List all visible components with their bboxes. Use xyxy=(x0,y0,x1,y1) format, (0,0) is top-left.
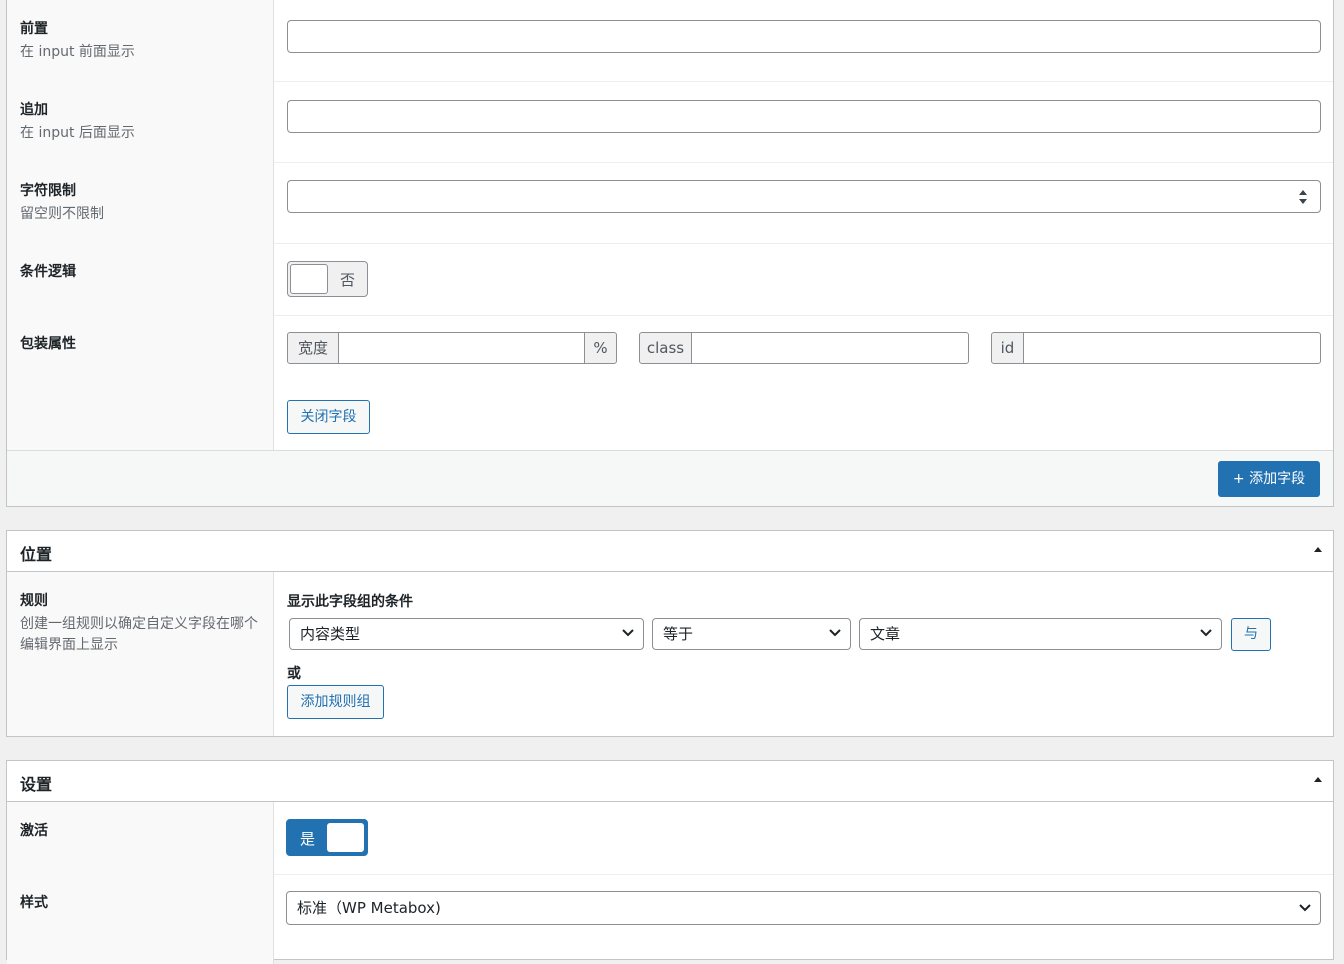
conditional-logic-toggle[interactable]: 否 xyxy=(287,261,368,297)
toggle-off-text: 否 xyxy=(340,271,356,289)
wrapper-id-group: id xyxy=(991,332,1321,364)
rule-value-value: 文章 xyxy=(870,625,901,643)
char-limit-label: 字符限制 xyxy=(20,183,76,199)
settings-header[interactable]: 设置 xyxy=(7,761,1333,802)
conditional-logic-label-cell: 条件逻辑 xyxy=(7,243,274,315)
collapse-arrow-icon[interactable] xyxy=(1313,545,1323,553)
char-limit-description: 留空则不限制 xyxy=(20,206,104,222)
prepend-row: 前置 在 input 前面显示 xyxy=(7,0,1333,82)
toggle-knob xyxy=(290,264,328,294)
style-select-value: 标准（WP Metabox) xyxy=(297,899,441,917)
rule-param-value: 内容类型 xyxy=(300,625,361,643)
chevron-down-icon xyxy=(1200,629,1212,637)
rules-row: 规则 创建一组规则以确定自定义字段在哪个编辑界面上显示 显示此字段组的条件 内容… xyxy=(7,572,1333,736)
add-rule-group-button[interactable]: 添加规则组 xyxy=(287,685,384,719)
width-input[interactable] xyxy=(338,332,585,364)
chevron-down-icon xyxy=(622,629,634,637)
close-field-button[interactable]: 关闭字段 xyxy=(287,400,370,434)
char-limit-label-cell: 字符限制 留空则不限制 xyxy=(7,162,274,243)
conditions-title: 显示此字段组的条件 xyxy=(287,594,413,610)
location-title: 位置 xyxy=(20,545,53,564)
class-prefix: class xyxy=(639,332,692,364)
char-limit-row: 字符限制 留空则不限制 xyxy=(7,162,1333,244)
append-input[interactable] xyxy=(287,100,1321,133)
append-label-cell: 追加 在 input 后面显示 xyxy=(7,81,274,162)
and-rule-button[interactable]: 与 xyxy=(1231,618,1271,651)
active-toggle[interactable]: 是 xyxy=(286,819,368,856)
rules-label-cell: 规则 创建一组规则以确定自定义字段在哪个编辑界面上显示 xyxy=(7,572,274,736)
toggle-knob xyxy=(327,823,364,852)
style-select[interactable]: 标准（WP Metabox) xyxy=(286,891,1321,925)
spinner-arrows-icon[interactable] xyxy=(1298,189,1308,205)
prepend-label-cell: 前置 在 input 前面显示 xyxy=(7,0,274,81)
settings-panel: 设置 激活 是 样式 标准（WP Metabox) xyxy=(6,760,1334,964)
active-label: 激活 xyxy=(20,823,48,839)
or-label: 或 xyxy=(287,666,301,682)
location-header[interactable]: 位置 xyxy=(7,531,1333,572)
append-description: 在 input 后面显示 xyxy=(20,125,135,141)
append-row: 追加 在 input 后面显示 xyxy=(7,81,1333,163)
active-label-cell: 激活 xyxy=(7,802,274,874)
prepend-description: 在 input 前面显示 xyxy=(20,44,135,60)
style-row: 样式 标准（WP Metabox) xyxy=(7,874,1333,964)
wrapper-label-cell: 包装属性 xyxy=(7,315,274,450)
toggle-on-text: 是 xyxy=(300,830,316,848)
wrapper-attributes-row: 包装属性 宽度 % class id 关闭字段 xyxy=(7,315,1333,451)
field-footer: + 添加字段 xyxy=(7,451,1333,506)
collapse-arrow-icon[interactable] xyxy=(1313,775,1323,783)
chevron-down-icon xyxy=(829,629,841,637)
char-limit-number-input[interactable] xyxy=(287,180,1321,213)
conditional-logic-label: 条件逻辑 xyxy=(20,264,76,280)
settings-title: 设置 xyxy=(20,775,53,794)
wrapper-width-group: 宽度 % xyxy=(287,332,618,364)
prepend-input[interactable] xyxy=(287,20,1321,53)
prepend-label: 前置 xyxy=(20,21,48,37)
location-panel: 位置 规则 创建一组规则以确定自定义字段在哪个编辑界面上显示 显示此字段组的条件… xyxy=(6,530,1334,737)
id-input[interactable] xyxy=(1023,332,1321,364)
active-row: 激活 是 xyxy=(7,802,1333,875)
id-prefix: id xyxy=(991,332,1024,364)
wrapper-class-group: class xyxy=(639,332,970,364)
style-label-cell: 样式 xyxy=(7,874,274,964)
class-input[interactable] xyxy=(691,332,969,364)
rule-param-select[interactable]: 内容类型 xyxy=(289,618,644,650)
rule-operator-value: 等于 xyxy=(663,625,694,643)
append-label: 追加 xyxy=(20,102,48,118)
wrapper-label: 包装属性 xyxy=(20,336,76,352)
width-prefix: 宽度 xyxy=(287,332,339,364)
width-suffix: % xyxy=(584,332,617,364)
rule-value-select[interactable]: 文章 xyxy=(859,618,1222,650)
chevron-down-icon xyxy=(1299,904,1311,912)
rules-label: 规则 xyxy=(20,593,48,609)
field-settings-panel: 前置 在 input 前面显示 追加 在 input 后面显示 字符限制 留空则… xyxy=(6,0,1334,507)
rule-operator-select[interactable]: 等于 xyxy=(652,618,851,650)
style-label: 样式 xyxy=(20,895,48,911)
conditional-logic-row: 条件逻辑 否 xyxy=(7,243,1333,316)
rules-description: 创建一组规则以确定自定义字段在哪个编辑界面上显示 xyxy=(20,616,258,653)
add-field-button[interactable]: + 添加字段 xyxy=(1218,461,1320,497)
